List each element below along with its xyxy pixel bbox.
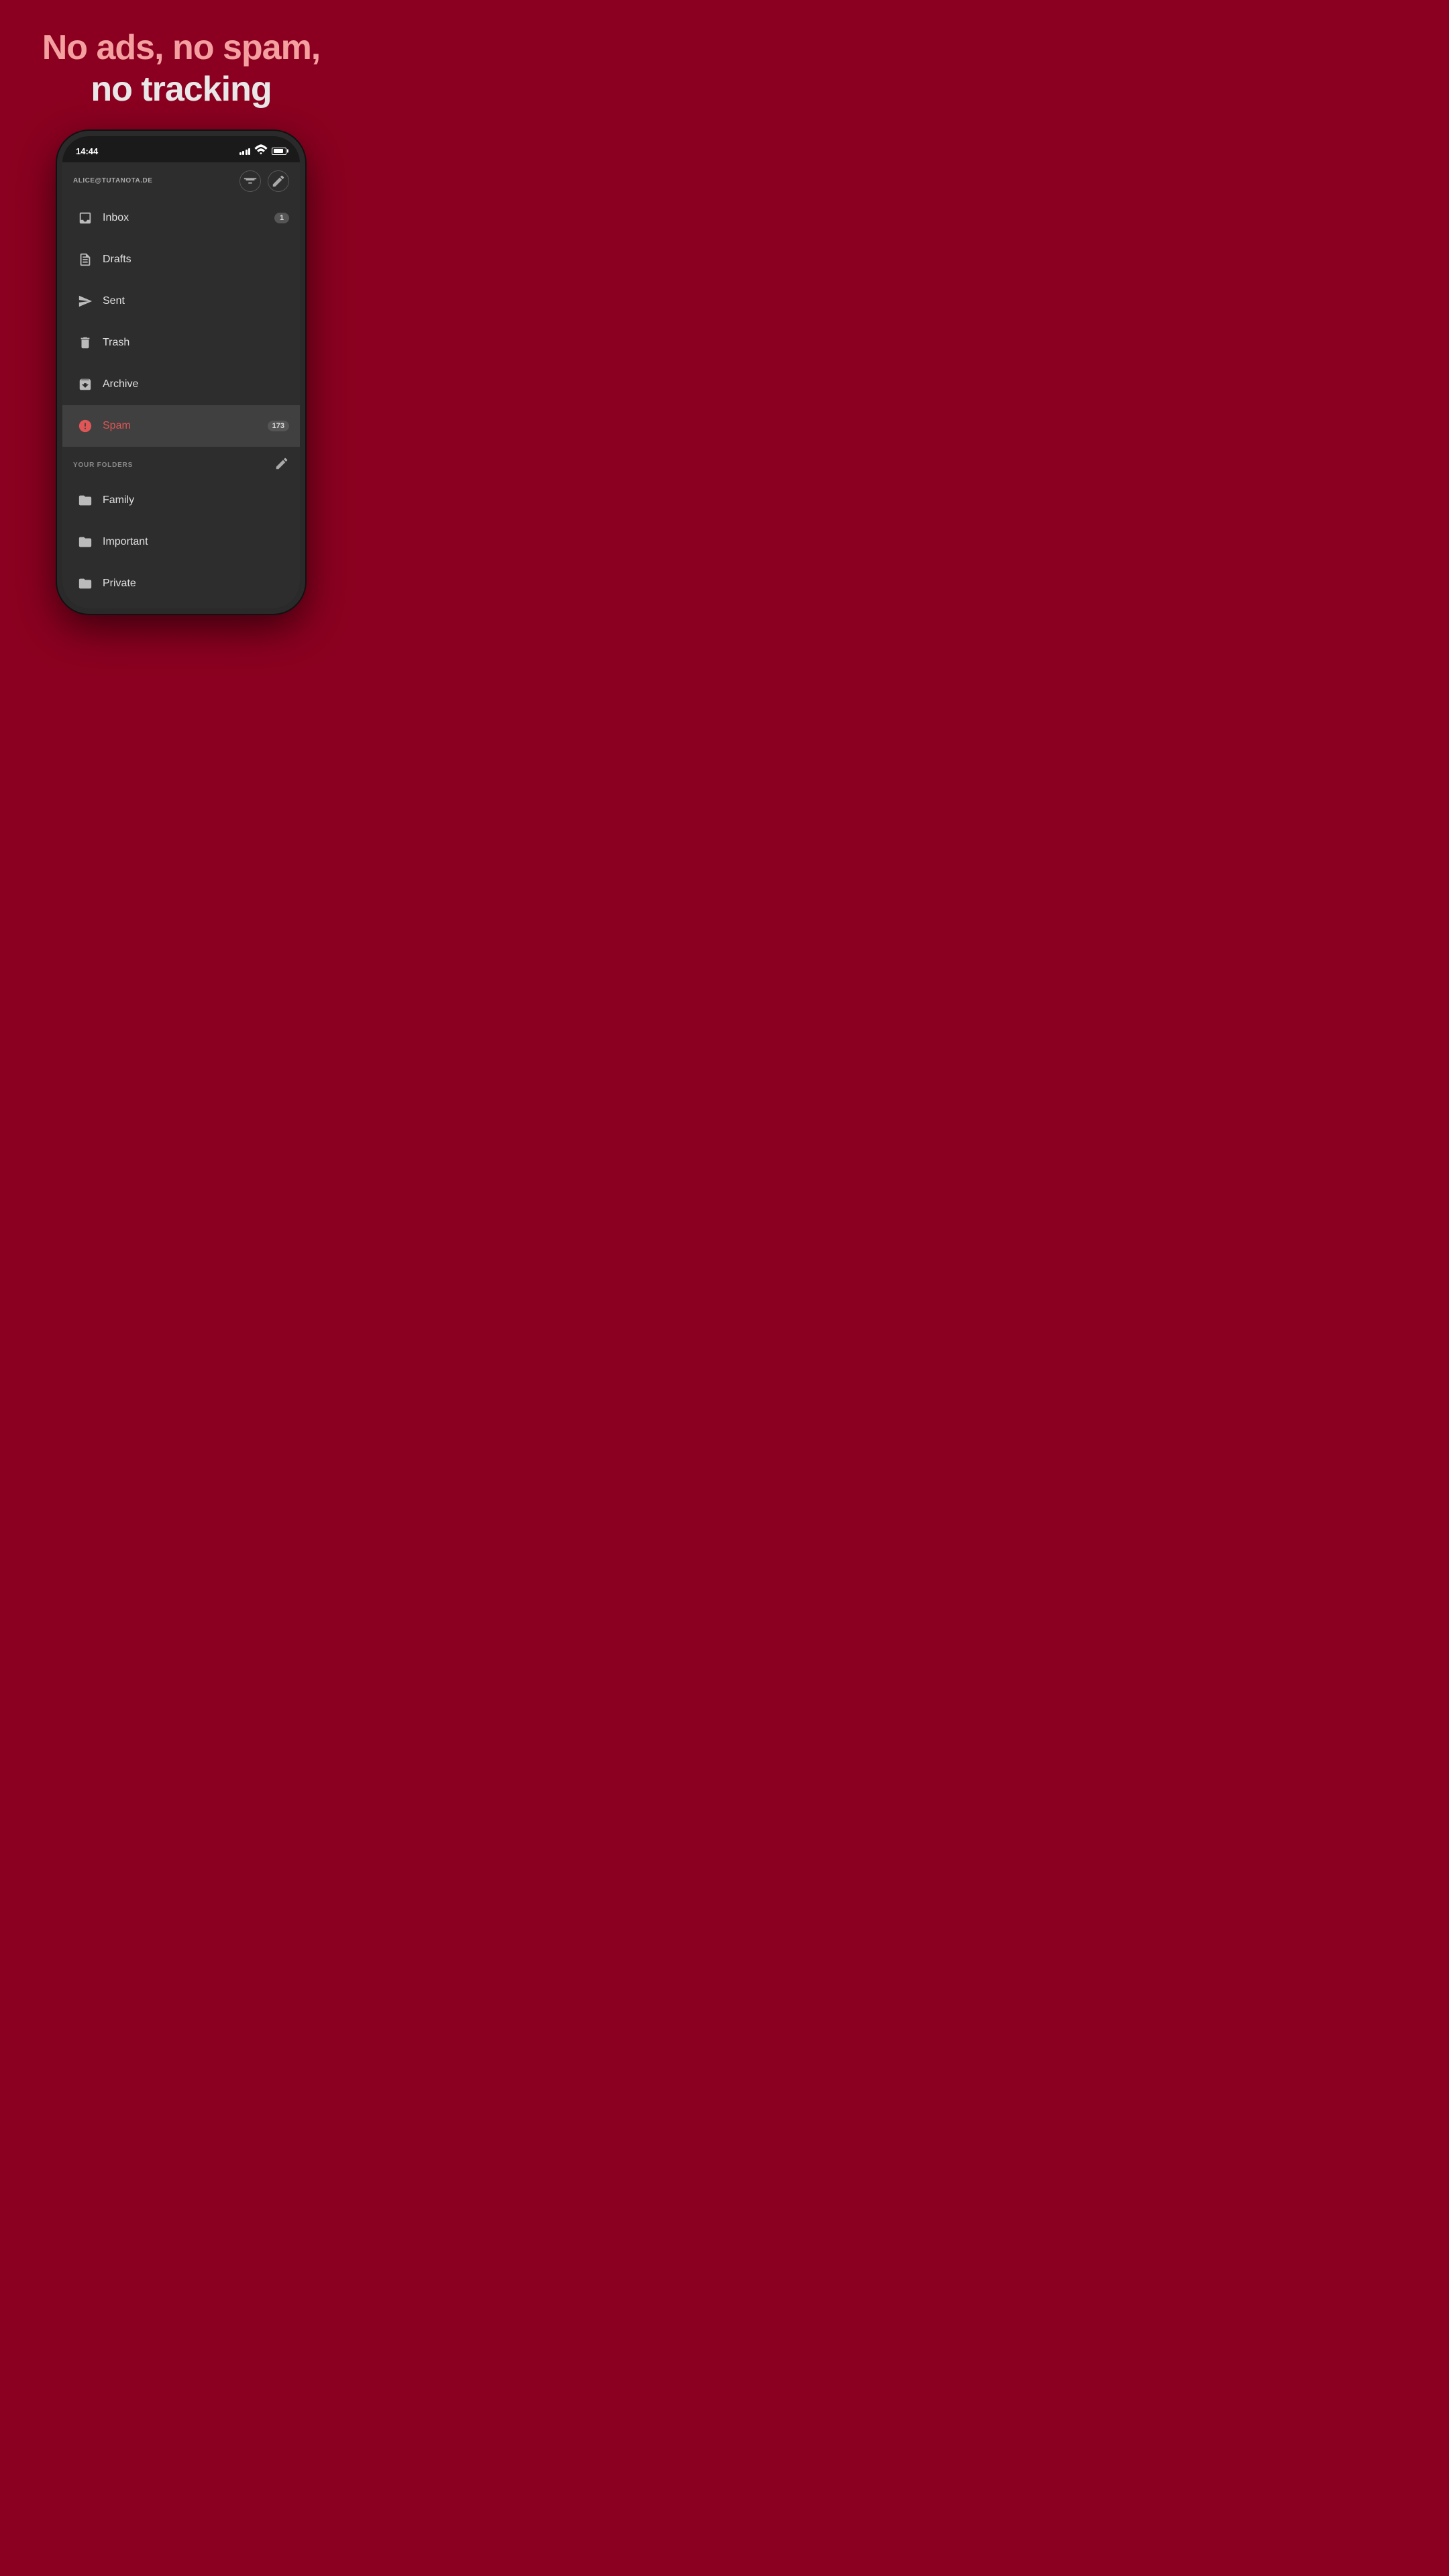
headline: No ads, no spam, no tracking: [22, 0, 341, 131]
folder-family-label: Family: [103, 494, 289, 506]
battery-icon: [272, 148, 286, 155]
spam-badge: 173: [268, 421, 289, 431]
app-content: ALICE@TUTANOTA.DE: [62, 162, 300, 610]
compose-button[interactable]: [268, 170, 289, 192]
menu-item-trash[interactable]: Trash: [62, 322, 300, 364]
signal-bar-1: [239, 152, 241, 155]
menu-list: Inbox 1 Drafts: [62, 197, 300, 447]
folder-item-private[interactable]: Private: [62, 563, 300, 604]
battery-fill: [274, 149, 283, 153]
folder-family-icon: [73, 488, 97, 513]
drafts-icon: [73, 248, 97, 272]
filter-button[interactable]: [239, 170, 261, 192]
status-time: 14:44: [76, 146, 98, 156]
inbox-badge: 1: [274, 213, 289, 223]
folder-private-icon: [73, 572, 97, 596]
spam-label: Spam: [103, 420, 268, 432]
sent-icon: [73, 289, 97, 313]
archive-label: Archive: [103, 378, 289, 390]
account-email: ALICE@TUTANOTA.DE: [73, 177, 152, 184]
menu-item-inbox[interactable]: Inbox 1: [62, 197, 300, 239]
inbox-label: Inbox: [103, 212, 274, 224]
menu-item-archive[interactable]: Archive: [62, 364, 300, 405]
inbox-icon: [73, 206, 97, 230]
header-actions: [239, 170, 289, 192]
account-header: ALICE@TUTANOTA.DE: [62, 162, 300, 197]
status-icons: [239, 143, 287, 160]
archive-icon: [73, 372, 97, 396]
folder-private-label: Private: [103, 578, 289, 590]
phone-frame: 14:44: [57, 131, 305, 614]
phone-mockup: 14:44: [54, 131, 309, 644]
folder-item-important[interactable]: Important: [62, 521, 300, 563]
trash-icon: [73, 331, 97, 355]
menu-item-spam[interactable]: Spam 173: [62, 405, 300, 447]
folders-section-header: YOUR FOLDERS: [62, 447, 300, 480]
headline-text: No ads, no spam, no tracking: [42, 27, 321, 111]
folders-list: Family Important: [62, 480, 300, 604]
signal-bars-icon: [239, 147, 251, 155]
add-folder-button[interactable]: Add folder: [62, 604, 300, 610]
folders-edit-button[interactable]: [274, 456, 289, 474]
trash-label: Trash: [103, 337, 289, 349]
wifi-icon: [254, 143, 268, 160]
signal-bar-3: [246, 150, 248, 155]
folders-title: YOUR FOLDERS: [73, 462, 133, 469]
menu-item-drafts[interactable]: Drafts: [62, 239, 300, 280]
signal-bar-2: [242, 151, 244, 155]
folder-important-label: Important: [103, 536, 289, 548]
folder-item-family[interactable]: Family: [62, 480, 300, 521]
folder-important-icon: [73, 530, 97, 554]
sent-label: Sent: [103, 295, 289, 307]
drafts-label: Drafts: [103, 254, 289, 266]
spam-icon: [73, 414, 97, 438]
signal-bar-4: [248, 148, 250, 155]
notch: [138, 136, 225, 154]
menu-item-sent[interactable]: Sent: [62, 280, 300, 322]
